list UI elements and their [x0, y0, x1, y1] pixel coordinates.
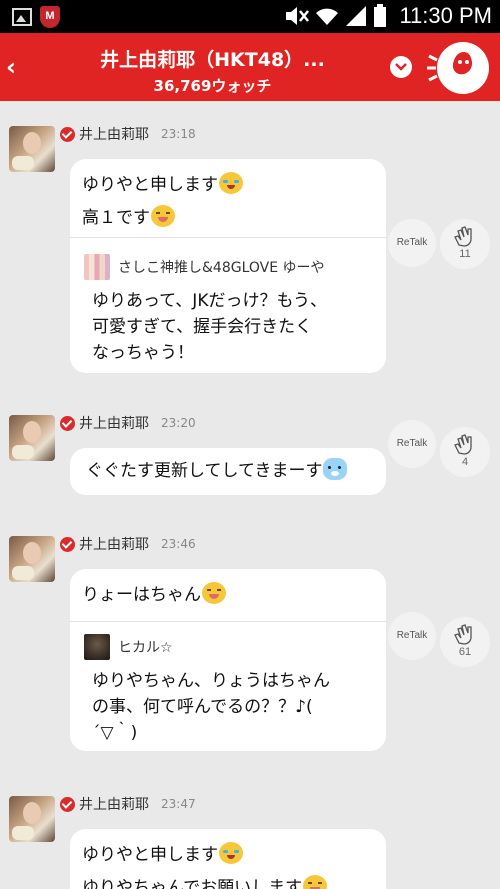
quote-line: ゆりあって、JKだっけ？もう、 [92, 291, 327, 311]
quote-line: の事、何て呼んでるの？？♪( [92, 697, 313, 717]
smile-emoji-icon [303, 875, 328, 889]
sender-name[interactable]: 井上由莉耶 [79, 794, 149, 814]
crying-laugh-emoji-icon [219, 172, 243, 194]
sender-name[interactable]: 井上由莉耶 [79, 534, 149, 554]
message-bubble[interactable]: ゆりやと申します 高１です さしこ神推し&48GLOVE ゆーや ゆりあって、J… [70, 159, 386, 373]
quote-line: なっちゃう！ [92, 343, 194, 363]
smile-emoji-icon [151, 205, 175, 227]
clap-button[interactable]: 11 [440, 219, 490, 269]
quote-sender-name: ヒカル☆ [118, 640, 173, 656]
quote-line: 可愛すぎて、握手会行きたく [92, 317, 313, 337]
gallery-notification-icon [12, 8, 32, 26]
quote-line: ゆりやちゃん、りょうはちゃん [92, 671, 330, 691]
clap-count: 11 [459, 248, 471, 260]
watch-count: 36,769ウォッチ [153, 77, 272, 95]
clap-count: 61 [458, 646, 472, 658]
message-time: 23:47 [161, 797, 196, 811]
bear-emoji-icon [323, 458, 348, 480]
avatar[interactable] [9, 126, 55, 172]
mcafee-icon: M [40, 6, 60, 28]
message-bubble[interactable]: ゆりやと申します ゆりやちゃんでお願いします [70, 829, 386, 889]
message-bubble[interactable]: ぐぐたす更新してしてきまーす [70, 448, 386, 495]
chevron-down-icon[interactable] [390, 56, 412, 78]
crying-laugh-emoji-icon [219, 842, 243, 864]
message-time: 23:20 [161, 416, 196, 430]
mascot-logo-icon[interactable] [425, 38, 493, 96]
retalk-button[interactable]: ReTalk [388, 612, 436, 660]
clap-count: 4 [461, 456, 469, 468]
quote-sender-name: さしこ神推し&48GLOVE ゆーや [118, 260, 325, 276]
clap-button[interactable]: 4 [440, 427, 490, 477]
message-time: 23:18 [161, 127, 196, 141]
avatar[interactable] [9, 536, 55, 582]
signal-icon [346, 6, 367, 26]
sender-name[interactable]: 井上由莉耶 [79, 413, 149, 433]
clap-icon [454, 434, 472, 455]
quoted-reply[interactable]: ヒカル☆ ゆりやちゃん、りょうはちゃん の事、何て呼んでるの？？♪( ´▽｀) [70, 621, 386, 751]
retalk-button[interactable]: ReTalk [388, 219, 436, 267]
clap-icon [454, 624, 472, 645]
message-line: りょーはちゃん [82, 585, 201, 605]
message-line: ぐぐたす更新してしてきまーす [86, 461, 323, 481]
verified-icon [60, 126, 75, 142]
message-line: ゆりやと申します [82, 175, 218, 195]
wifi-icon [316, 8, 339, 25]
message-bubble[interactable]: りょーはちゃん ヒカル☆ ゆりやちゃん、りょうはちゃん の事、何て呼んでるの？？… [70, 569, 386, 751]
verified-icon [60, 415, 75, 431]
mute-icon [286, 7, 310, 25]
smile-emoji-icon [202, 582, 226, 604]
message-time: 23:46 [161, 537, 196, 551]
avatar[interactable] [9, 415, 55, 461]
clap-button[interactable]: 61 [440, 617, 490, 667]
quote-line: ´▽｀) [92, 723, 138, 743]
avatar[interactable] [9, 796, 55, 842]
message-line: 高１です [82, 208, 150, 228]
retalk-button[interactable]: ReTalk [388, 420, 436, 468]
quote-avatar [84, 254, 110, 280]
battery-icon [374, 4, 387, 27]
back-icon[interactable]: ‹ [6, 53, 16, 81]
message-line: ゆりやと申します [82, 845, 218, 865]
sender-name[interactable]: 井上由莉耶 [79, 124, 149, 144]
status-bar: M 11:30 PM [0, 0, 500, 33]
clock: 11:30 PM [399, 3, 492, 28]
app-header: ‹ 井上由莉耶（HKT48）... 36,769ウォッチ [0, 33, 500, 101]
verified-icon [60, 796, 75, 812]
quoted-reply[interactable]: さしこ神推し&48GLOVE ゆーや ゆりあって、JKだっけ？もう、 可愛すぎて… [70, 237, 386, 373]
quote-avatar [84, 634, 110, 660]
message-line: ゆりやちゃんでお願いします [82, 878, 303, 889]
clap-icon [454, 226, 472, 247]
verified-icon [60, 536, 75, 552]
page-title: 井上由莉耶（HKT48）... [100, 49, 325, 71]
